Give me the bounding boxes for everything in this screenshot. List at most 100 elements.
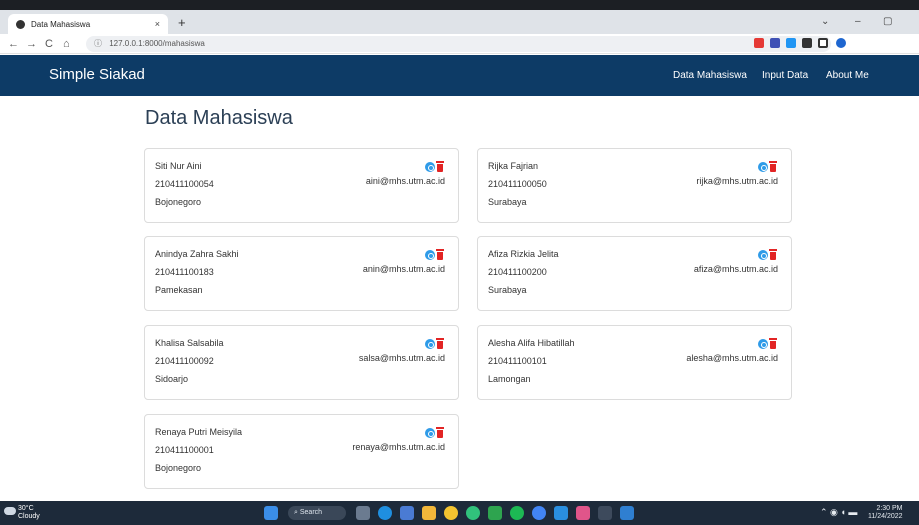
- student-name: Afiza Rizkia Jelita: [488, 249, 559, 259]
- chrome-profile-icon[interactable]: [532, 506, 546, 520]
- browser-toolbar: ← → C ⌂ ⓘ 127.0.0.1:8000/mahasiswa: [0, 34, 919, 54]
- url-text: 127.0.0.1:8000/mahasiswa: [109, 39, 205, 48]
- weather-desc: Cloudy: [18, 513, 40, 520]
- taskbar-search[interactable]: ⌕ Search: [288, 506, 346, 520]
- student-nim: 210411100092: [155, 356, 214, 366]
- student-email: alesha@mhs.utm.ac.id: [686, 353, 778, 363]
- delete-trash-icon[interactable]: [769, 338, 777, 349]
- extension-icon[interactable]: [754, 38, 764, 48]
- edit-icon[interactable]: [758, 249, 768, 260]
- page-title: Data Mahasiswa: [145, 107, 293, 129]
- student-name: Renaya Putri Meisyila: [155, 427, 243, 437]
- student-nim: 210411100183: [155, 267, 214, 277]
- spotify-icon[interactable]: [510, 506, 524, 520]
- student-city: Surabaya: [488, 285, 527, 295]
- tab-close-icon[interactable]: ×: [155, 19, 160, 29]
- nav-link-about-me[interactable]: About Me: [826, 70, 869, 81]
- brand-logo-text[interactable]: Simple Siakad: [49, 66, 145, 83]
- weather-widget[interactable]: 30°C Cloudy: [4, 505, 40, 521]
- chrome-icon[interactable]: [444, 506, 458, 520]
- student-name: Siti Nur Aini: [155, 161, 202, 171]
- search-label: Search: [299, 509, 323, 516]
- edit-icon[interactable]: [425, 249, 435, 260]
- edge-browser-icon[interactable]: [378, 506, 392, 520]
- edit-icon[interactable]: [758, 338, 768, 349]
- tab-search-chevron-icon[interactable]: ⌄: [821, 16, 829, 28]
- nav-link-data-mahasiswa[interactable]: Data Mahasiswa: [673, 70, 747, 81]
- delete-trash-icon[interactable]: [436, 249, 444, 260]
- clock-time: 2:30 PM: [876, 505, 903, 512]
- edit-icon[interactable]: [425, 161, 435, 172]
- sidepanel-icon[interactable]: [818, 38, 828, 48]
- file-explorer-icon[interactable]: [422, 506, 436, 520]
- student-email: aini@mhs.utm.ac.id: [365, 176, 445, 186]
- student-nim: 210411100050: [488, 179, 547, 189]
- extensions-puzzle-icon[interactable]: [802, 38, 812, 48]
- new-tab-button[interactable]: +: [178, 16, 186, 30]
- delete-trash-icon[interactable]: [769, 161, 777, 172]
- app-navbar: Simple Siakad Data Mahasiswa Input Data …: [0, 55, 919, 96]
- delete-trash-icon[interactable]: [436, 427, 444, 438]
- system-tray-icons[interactable]: ⌃ ◉ ◖ ▬: [820, 507, 857, 518]
- student-nim: 210411100001: [155, 445, 214, 455]
- cloud-icon: [4, 507, 16, 515]
- student-card: Rijka Fajrian 210411100050 Surabaya rijk…: [477, 148, 792, 223]
- profile-avatar[interactable]: [836, 38, 846, 48]
- student-city: Sidoarjo: [155, 374, 189, 384]
- extension-icon[interactable]: [770, 38, 780, 48]
- browser-tab[interactable]: Data Mahasiswa ×: [8, 14, 168, 34]
- student-nim: 210411100200: [488, 267, 547, 277]
- edit-icon[interactable]: [425, 427, 435, 438]
- student-city: Lamongan: [488, 374, 531, 384]
- extension-icon[interactable]: [786, 38, 796, 48]
- student-city: Bojonegoro: [155, 463, 202, 473]
- student-card: Alesha Alifa Hibatillah 210411100101 Lam…: [477, 325, 792, 400]
- favicon-icon: [16, 19, 25, 29]
- back-button[interactable]: ←: [8, 37, 19, 51]
- delete-trash-icon[interactable]: [769, 249, 777, 260]
- student-email: renaya@mhs.utm.ac.id: [352, 442, 445, 452]
- site-info-icon[interactable]: ⓘ: [94, 39, 102, 48]
- student-nim: 210411100101: [488, 356, 547, 366]
- student-email: afiza@mhs.utm.ac.id: [693, 264, 778, 274]
- os-taskbar: 30°C Cloudy ⌕ Search ⌃ ◉ ◖ ▬ 2:30 PM 11/…: [0, 501, 919, 525]
- student-city: Pamekasan: [155, 285, 203, 295]
- student-email: salsa@mhs.utm.ac.id: [358, 353, 445, 363]
- teams-icon[interactable]: [400, 506, 414, 520]
- delete-trash-icon[interactable]: [436, 161, 444, 172]
- address-bar[interactable]: ⓘ 127.0.0.1:8000/mahasiswa: [86, 36, 831, 52]
- student-nim: 210411100054: [155, 179, 214, 189]
- student-name: Rijka Fajrian: [488, 161, 539, 171]
- previous-window-strip: [0, 0, 919, 10]
- student-card: Khalisa Salsabila 210411100092 Sidoarjo …: [144, 325, 459, 400]
- vscode-icon[interactable]: [554, 506, 568, 520]
- terminal-icon[interactable]: [598, 506, 612, 520]
- minimize-button[interactable]: –: [855, 16, 861, 28]
- forward-button[interactable]: →: [26, 37, 37, 51]
- reload-button[interactable]: C: [45, 37, 53, 51]
- delete-trash-icon[interactable]: [436, 338, 444, 349]
- clock[interactable]: 2:30 PM 11/24/2022: [868, 505, 903, 521]
- start-windows-icon[interactable]: [264, 506, 278, 520]
- maximize-button[interactable]: ▢: [883, 16, 892, 28]
- student-name: Khalisa Salsabila: [155, 338, 224, 348]
- tab-title: Data Mahasiswa: [31, 19, 91, 29]
- edit-icon[interactable]: [425, 338, 435, 349]
- browser-tab-bar: Data Mahasiswa × + ⌄ – ▢: [0, 10, 919, 34]
- nav-link-input-data[interactable]: Input Data: [762, 70, 808, 81]
- student-city: Surabaya: [488, 197, 527, 207]
- student-city: Bojonegoro: [155, 197, 202, 207]
- student-card: Anindya Zahra Sakhi 210411100183 Pamekas…: [144, 236, 459, 311]
- whatsapp-icon[interactable]: [466, 506, 480, 520]
- app-icon[interactable]: [576, 506, 590, 520]
- student-email: rijka@mhs.utm.ac.id: [696, 176, 778, 186]
- student-card: Afiza Rizkia Jelita 210411100200 Surabay…: [477, 236, 792, 311]
- student-name: Anindya Zahra Sakhi: [155, 249, 239, 259]
- app-icon[interactable]: [620, 506, 634, 520]
- taskview-icon[interactable]: [356, 506, 370, 520]
- student-name: Alesha Alifa Hibatillah: [488, 338, 575, 348]
- edit-icon[interactable]: [758, 161, 768, 172]
- student-card: Siti Nur Aini 210411100054 Bojonegoro ai…: [144, 148, 459, 223]
- app-icon[interactable]: [488, 506, 502, 520]
- home-button[interactable]: ⌂: [63, 37, 70, 51]
